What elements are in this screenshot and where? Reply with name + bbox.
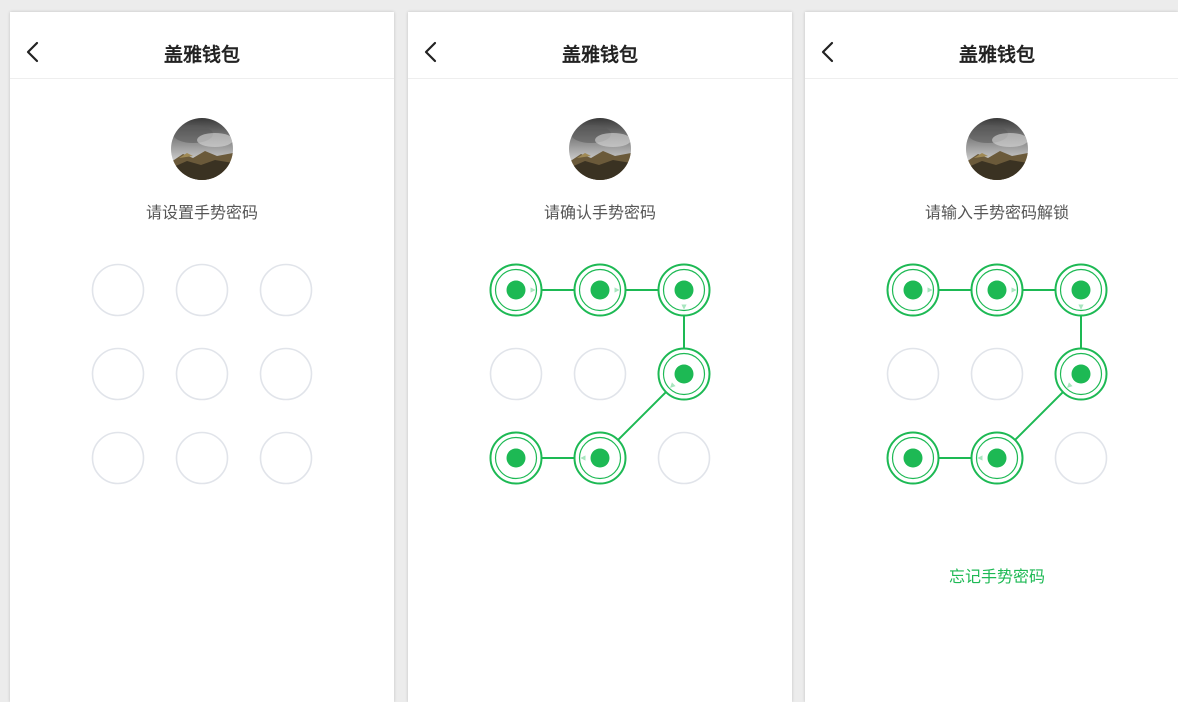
forgot-gesture-link[interactable]: 忘记手势密码 [805,565,1178,589]
pattern-node[interactable] [886,347,940,401]
pattern-node[interactable] [489,347,543,401]
pattern-node[interactable] [573,263,627,317]
pattern-node[interactable] [970,347,1024,401]
pattern-node[interactable] [1054,263,1108,317]
screen-set-gesture: 盖雅钱包 请设置手势密码 [10,12,394,702]
pattern-node[interactable] [657,263,711,317]
pattern-node[interactable] [259,263,313,317]
pattern-node[interactable] [175,431,229,485]
pattern-node[interactable] [175,347,229,401]
gesture-pattern-pad[interactable] [408,12,792,702]
pattern-node[interactable] [175,263,229,317]
pattern-connector [617,391,667,441]
screen-unlock-gesture: 盖雅钱包 请输入手势密码解锁 忘记手势密码 [805,12,1178,702]
pattern-node[interactable] [489,431,543,485]
pattern-node[interactable] [886,263,940,317]
pattern-node[interactable] [1054,431,1108,485]
pattern-node[interactable] [657,431,711,485]
pattern-node[interactable] [970,431,1024,485]
pattern-node[interactable] [489,263,543,317]
pattern-node[interactable] [886,431,940,485]
pattern-connector [1014,391,1064,441]
pattern-node[interactable] [259,431,313,485]
pattern-node[interactable] [91,347,145,401]
gesture-pattern-pad[interactable] [805,12,1178,702]
pattern-node[interactable] [573,431,627,485]
pattern-node[interactable] [259,347,313,401]
screen-confirm-gesture: 盖雅钱包 请确认手势密码 [408,12,792,702]
pattern-node[interactable] [1054,347,1108,401]
gesture-pattern-pad[interactable] [10,12,394,702]
pattern-node[interactable] [657,347,711,401]
pattern-node[interactable] [970,263,1024,317]
pattern-node[interactable] [91,263,145,317]
pattern-node[interactable] [91,431,145,485]
pattern-node[interactable] [573,347,627,401]
